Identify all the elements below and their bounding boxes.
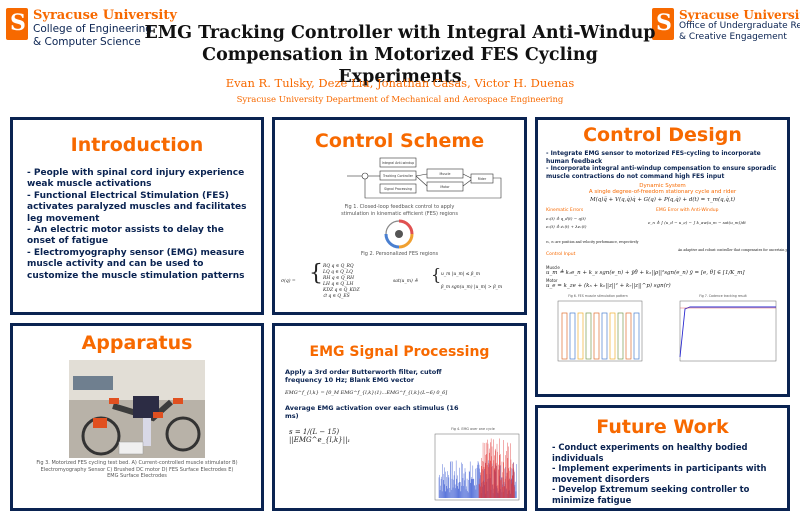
svg-text:{: { [309, 261, 323, 286]
apparatus-caption: Fig 3. Motorized FES cycling test bed. A… [36, 460, 238, 479]
svg-text:KDZ q ∈ Q_KDZ: KDZ q ∈ Q_KDZ [322, 287, 361, 293]
block-diagram: Integral Anti-windup Tracking Controller… [347, 157, 502, 199]
diagram-block-motor: Motor [440, 185, 450, 189]
list-item: - An electric motor assists to delay the… [27, 225, 224, 247]
diagram-block-muscle: Muscle [439, 172, 450, 176]
apparatus-title: Apparatus [81, 332, 193, 354]
control-scheme-panel: Control Scheme Integral Anti-windup Trac… [272, 117, 527, 315]
fig6-caption: Fig 6. FES muscle stimulation pattern [568, 294, 627, 298]
test-bed-photo [69, 360, 205, 458]
logo-university: Syracuse University [33, 8, 177, 23]
control-design-title: Control Design [583, 124, 742, 146]
emg-fig-caption: Fig 4. EMG over one cycle [451, 427, 495, 431]
engineering-logo: Syracuse University College of Engineeri… [6, 6, 177, 50]
diagram-block-rider: Rider [478, 177, 487, 181]
diagram-block-antiwindup: Integral Anti-windup [382, 161, 414, 165]
svg-text:∅ q ∈ Q_ES: ∅ q ∈ Q_ES [323, 293, 350, 299]
diagram-block-signal: Signal Processing [384, 187, 412, 191]
list-item: - People with spinal cord injury experie… [27, 168, 245, 190]
affiliation: Syracuse University Department of Mechan… [236, 95, 564, 105]
emg-cycle-figure: Fig 4. EMG over one cycle [434, 427, 520, 501]
list-item: - Electromyography sensor (EMG) measure … [27, 247, 245, 281]
results-figures: Fig 6. FES muscle stimulation pattern Fi… [557, 294, 777, 362]
svg-text:β_m sgn(u_m) |u_m| > β_m: β_m sgn(u_m) |u_m| > β_m [440, 283, 502, 290]
list-item: - Incorporate integral anti-windup compe… [546, 165, 777, 180]
svg-text:LQ q ∈ Q_LQ: LQ q ∈ Q_LQ [322, 269, 353, 275]
list-item: - Conduct experiments on healthy bodied … [552, 442, 748, 463]
dynamic-system-desc: A single degree-of-freedom stationary cy… [588, 189, 737, 195]
research-office-logo: Syracuse University Office of Undergradu… [652, 6, 800, 46]
logo-college: College of Engineering [33, 23, 152, 35]
apparatus-panel: Apparatus Fig 3. Motorized FES cycling t… [10, 323, 264, 511]
svg-text:e_n ≜ ∫ (u_d − u_e) − ∫ k_aw(u: e_n ≜ ∫ (u_d − u_e) − ∫ k_aw(u_m − sat(u… [648, 220, 746, 225]
svg-text:u_m |u_m| ≤ β_m: u_m |u_m| ≤ β_m [441, 271, 480, 277]
emg-vector-equation: EMG^f_{l,k} = [0_M EMG^f_{l,k}(1)...EMG^… [285, 390, 448, 396]
emg-step-filter: Apply a 3rd order Butterworth filter, cu… [285, 368, 442, 384]
syracuse-s-icon [6, 8, 28, 40]
control-input-heading: Control Input [546, 251, 576, 257]
introduction-panel: Introduction - People with spinal cord i… [10, 117, 264, 315]
list-item: - Integrate EMG sensor to motorized FES-… [546, 150, 761, 165]
muscle-control-law: u_m ≜ k₁e_n + k_s sgn(e_n) + ȳθ̂ + k₂||ρ… [546, 270, 745, 276]
svg-text:e₂(t) ≜ ė₁(t) + λe₁(t): e₂(t) ≜ ė₁(t) + λe₁(t) [546, 224, 587, 229]
list-item: - Implement experiments in participants … [552, 463, 767, 484]
future-work-title: Future Work [596, 416, 729, 438]
control-scheme-title: Control Scheme [314, 130, 485, 152]
logo-college-2: & Computer Science [33, 36, 141, 48]
introduction-list: - People with spinal cord injury experie… [27, 168, 251, 282]
authors: Evan R. Tulsky, Deze Liu, Jonathan Casas… [225, 76, 575, 90]
svg-text:LH q ∈ Q_LH: LH q ∈ Q_LH [322, 281, 353, 287]
diagram-block-controller: Tracking Controller [382, 174, 414, 178]
svg-text:RQ q ∈ Q_RQ: RQ q ∈ Q_RQ [322, 263, 354, 269]
fig1-caption: Fig 1. Closed-loop feedback control to a… [341, 204, 458, 217]
control-design-list: - Integrate EMG sensor to motorized FES-… [546, 150, 781, 180]
control-design-panel: Control Design - Integrate EMG sensor to… [535, 117, 790, 397]
emg-processing-title: EMG Signal Processing [309, 344, 490, 360]
svg-text:{: { [431, 265, 441, 284]
list-item: - Functional Electrical Stimulation (FES… [27, 190, 247, 224]
emg-average-equation: s = 1/(L − 15) ||EMG^e_{l,k}||₁ [289, 428, 351, 444]
switching-law-equation: σ(q) = { RQ q ∈ Q_RQ LQ q ∈ Q_LQ RH q ∈ … [281, 261, 502, 299]
fig7-caption: Fig 7. Cadence tracking result [699, 294, 747, 298]
svg-text:e₁(t) ≜ q_d(t) − q(t): e₁(t) ≜ q_d(t) − q(t) [546, 216, 586, 221]
logo-office: Office of Undergraduate Research [679, 21, 800, 31]
motor-control-law: u_e = k_ze + (k₅ + k₆||z||² + k₇||z||^p)… [546, 283, 671, 289]
svg-text:An adaptive and robust control: An adaptive and robust controller that c… [677, 248, 787, 252]
future-work-list: - Conduct experiments on healthy bodied … [552, 442, 781, 505]
error-equations: Kinematic Errors EMG Error with Anti-Win… [546, 207, 787, 257]
title-line-1: EMG Tracking Controller with Integral An… [144, 23, 656, 43]
emg-error-heading: EMG Error with Anti-Windup [656, 207, 719, 213]
kinematic-errors-heading: Kinematic Errors [546, 207, 584, 213]
list-item: - Develop Extremum seeking controller to… [552, 484, 750, 505]
logo-university: Syracuse University [679, 8, 800, 22]
svg-text:e₁, e₂ are position and veloci: e₁, e₂ are position and velocity perform… [546, 240, 639, 244]
fes-region-diagram [384, 219, 414, 249]
svg-text:σ(q) =: σ(q) = [281, 277, 296, 284]
emg-step-average: Average EMG activation over each stimulu… [285, 404, 459, 420]
svg-text:sat(u_m) ≜: sat(u_m) ≜ [393, 277, 418, 284]
logo-office-2: & Creative Engagement [679, 32, 787, 42]
introduction-title: Introduction [70, 134, 204, 156]
svg-text:RH q ∈ Q_RH: RH q ∈ Q_RH [322, 275, 354, 281]
future-work-panel: Future Work - Conduct experiments on hea… [535, 405, 790, 511]
emg-processing-panel: EMG Signal Processing Apply a 3rd order … [272, 323, 527, 511]
